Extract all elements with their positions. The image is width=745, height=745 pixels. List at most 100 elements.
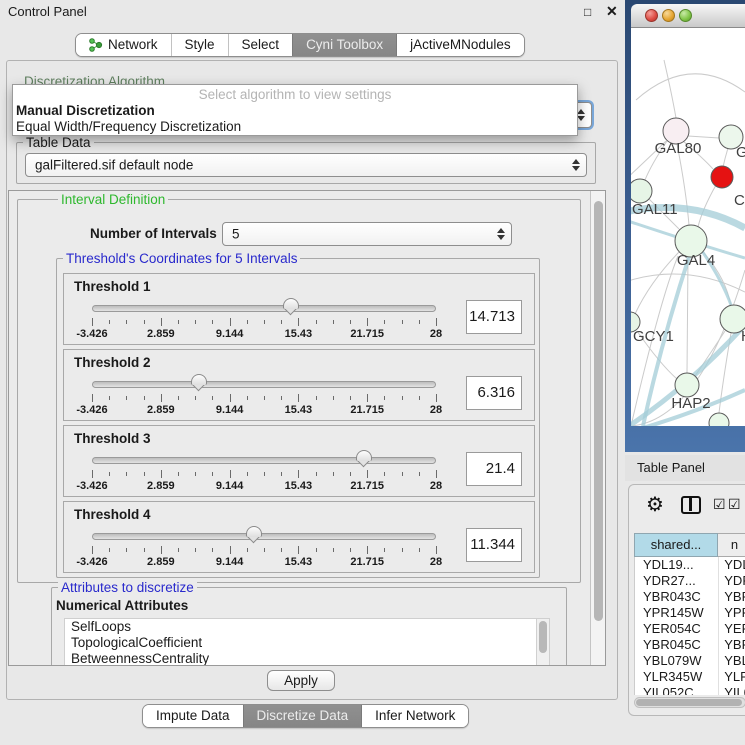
threshold-value-field[interactable]: 21.4	[466, 452, 522, 486]
network-edge[interactable]	[723, 148, 728, 167]
split-view-icon[interactable]	[681, 496, 701, 514]
network-node[interactable]	[675, 373, 699, 397]
table-hscrollbar[interactable]	[634, 697, 745, 708]
network-edge[interactable]	[698, 185, 716, 227]
cell-name[interactable]: YBL0	[718, 653, 745, 669]
cell-shared-name[interactable]: YBR045C	[635, 637, 718, 653]
float-icon[interactable]: □	[584, 5, 591, 19]
attributes-scrollbar[interactable]	[536, 619, 549, 666]
close-icon[interactable]: ✕	[606, 3, 618, 20]
threshold-value-field[interactable]: 11.344	[466, 528, 522, 562]
scrollbar-thumb[interactable]	[636, 699, 742, 706]
slider-tick-labels: -3.4262.8599.14415.4321.71528	[92, 556, 436, 568]
dropdown-option-manual[interactable]: Manual Discretization	[16, 103, 155, 118]
control-panel: Control Panel □ ✕ NetworkStyleSelectCyni…	[0, 0, 625, 745]
threshold-slider[interactable]: -3.4262.8599.14415.4321.71528	[92, 450, 436, 494]
slider-track[interactable]	[92, 457, 436, 464]
table-data-combo[interactable]: galFiltered.sif default node	[25, 153, 587, 177]
threshold-slider[interactable]: -3.4262.8599.14415.4321.71528	[92, 526, 436, 570]
cell-name[interactable]: YIL0	[718, 685, 745, 695]
table-row[interactable]: YLR345WYLR3	[635, 669, 745, 685]
tab-network[interactable]: Network	[76, 34, 171, 56]
cell-shared-name[interactable]: YBL079W	[635, 653, 718, 669]
cell-shared-name[interactable]: YDL19...	[635, 557, 718, 573]
slider-handle-icon[interactable]	[283, 298, 299, 319]
tab-select[interactable]: Select	[228, 34, 293, 56]
table-row[interactable]: YIL052CYIL0	[635, 685, 745, 695]
combo-spinner-icon	[572, 159, 579, 171]
number-of-intervals-combo[interactable]: 5	[222, 222, 512, 246]
table-data-group: Table Data galFiltered.sif default node	[16, 142, 596, 184]
network-edge[interactable]	[664, 60, 676, 118]
table-row[interactable]: YPR145WYPR1	[635, 605, 745, 621]
network-edge[interactable]	[688, 136, 719, 138]
network-icon	[89, 38, 103, 52]
cell-shared-name[interactable]: YBR043C	[635, 589, 718, 605]
cell-shared-name[interactable]: YDR27...	[635, 573, 718, 589]
slider-track[interactable]	[92, 381, 436, 388]
cell-name[interactable]: YER0	[718, 621, 745, 637]
cell-name[interactable]: YDL1	[718, 557, 745, 573]
slider-handle-icon[interactable]	[191, 374, 207, 395]
table-row[interactable]: YBR043CYBR0	[635, 589, 745, 605]
table-row[interactable]: YDR27...YDR2	[635, 573, 745, 589]
cell-shared-name[interactable]: YER054C	[635, 621, 718, 637]
attribute-list-item[interactable]: SelfLoops	[65, 619, 549, 635]
cell-name[interactable]: YLR3	[718, 669, 745, 685]
tab-label: Infer Network	[375, 705, 455, 727]
network-node-label: GCY1	[633, 328, 674, 345]
network-node[interactable]	[709, 413, 729, 426]
cell-name[interactable]: YDR2	[718, 573, 745, 589]
threshold-slider[interactable]: -3.4262.8599.14415.4321.71528	[92, 298, 436, 342]
slider-track[interactable]	[92, 305, 436, 312]
slider-handle-icon[interactable]	[356, 450, 372, 471]
dropdown-option-equal-width[interactable]: Equal Width/Frequency Discretization	[16, 119, 241, 134]
table-panel: ⚙ ☑ ☑ shared... n YDL19...YDL1YDR27...YD…	[628, 484, 745, 716]
column-header-name[interactable]: n	[718, 533, 745, 557]
network-window-titlebar[interactable]	[631, 4, 745, 28]
threshold-slider[interactable]: -3.4262.8599.14415.4321.71528	[92, 374, 436, 418]
minimize-traffic-light-icon[interactable]	[662, 9, 675, 22]
cell-name[interactable]: YBR0	[718, 589, 745, 605]
slider-ticks	[92, 546, 436, 554]
checkbox-icon[interactable]: ☑	[728, 496, 741, 513]
scrollbar-thumb[interactable]	[594, 201, 603, 621]
tab-infer-network[interactable]: Infer Network	[361, 705, 468, 727]
apply-button[interactable]: Apply	[267, 670, 335, 691]
tab-cyni-toolbox[interactable]: Cyni Toolbox	[292, 34, 396, 56]
cell-name[interactable]: YPR1	[718, 605, 745, 621]
tab-discretize-data[interactable]: Discretize Data	[243, 705, 362, 727]
table-row[interactable]: YBL079WYBL0	[635, 653, 745, 669]
numerical-attributes-list[interactable]: SelfLoopsTopologicalCoefficientBetweenne…	[64, 618, 550, 666]
table-row[interactable]: YER054CYER0	[635, 621, 745, 637]
gear-icon[interactable]: ⚙	[646, 492, 664, 517]
tab-impute-data[interactable]: Impute Data	[143, 705, 243, 727]
network-canvas[interactable]: GAL80GACGAL11GAL4GCY1HHAP2	[631, 28, 745, 426]
table-row[interactable]: YDL19...YDL1	[635, 557, 745, 573]
cell-shared-name[interactable]: YIL052C	[635, 685, 718, 695]
algorithm-dropdown-popup: Select algorithm to view settings Manual…	[12, 84, 578, 136]
network-node[interactable]	[711, 166, 733, 188]
cell-shared-name[interactable]: YLR345W	[635, 669, 718, 685]
column-header-shared-name[interactable]: shared...	[634, 533, 718, 557]
attribute-list-item[interactable]: TopologicalCoefficient	[65, 635, 549, 651]
scrollbar-thumb[interactable]	[539, 621, 547, 653]
tab-jactivemnodules[interactable]: jActiveMNodules	[396, 34, 524, 56]
cell-shared-name[interactable]: YPR145W	[635, 605, 718, 621]
network-node-label: C	[734, 192, 745, 209]
tab-label: Style	[185, 34, 215, 56]
tab-style[interactable]: Style	[171, 34, 228, 56]
cell-name[interactable]: YBR0	[718, 637, 745, 653]
network-node[interactable]	[631, 179, 652, 203]
table-row[interactable]: YBR045CYBR0	[635, 637, 745, 653]
slider-track[interactable]	[92, 533, 436, 540]
settings-scrollbar[interactable]	[590, 191, 606, 665]
network-edge[interactable]	[636, 74, 745, 100]
checkbox-icon[interactable]: ☑	[713, 496, 726, 513]
close-traffic-light-icon[interactable]	[645, 9, 658, 22]
slider-handle-icon[interactable]	[246, 526, 262, 547]
attribute-list-item[interactable]: BetweennessCentrality	[65, 651, 549, 666]
threshold-value-field[interactable]: 14.713	[466, 300, 522, 334]
threshold-value-field[interactable]: 6.316	[466, 376, 522, 410]
zoom-traffic-light-icon[interactable]	[679, 9, 692, 22]
